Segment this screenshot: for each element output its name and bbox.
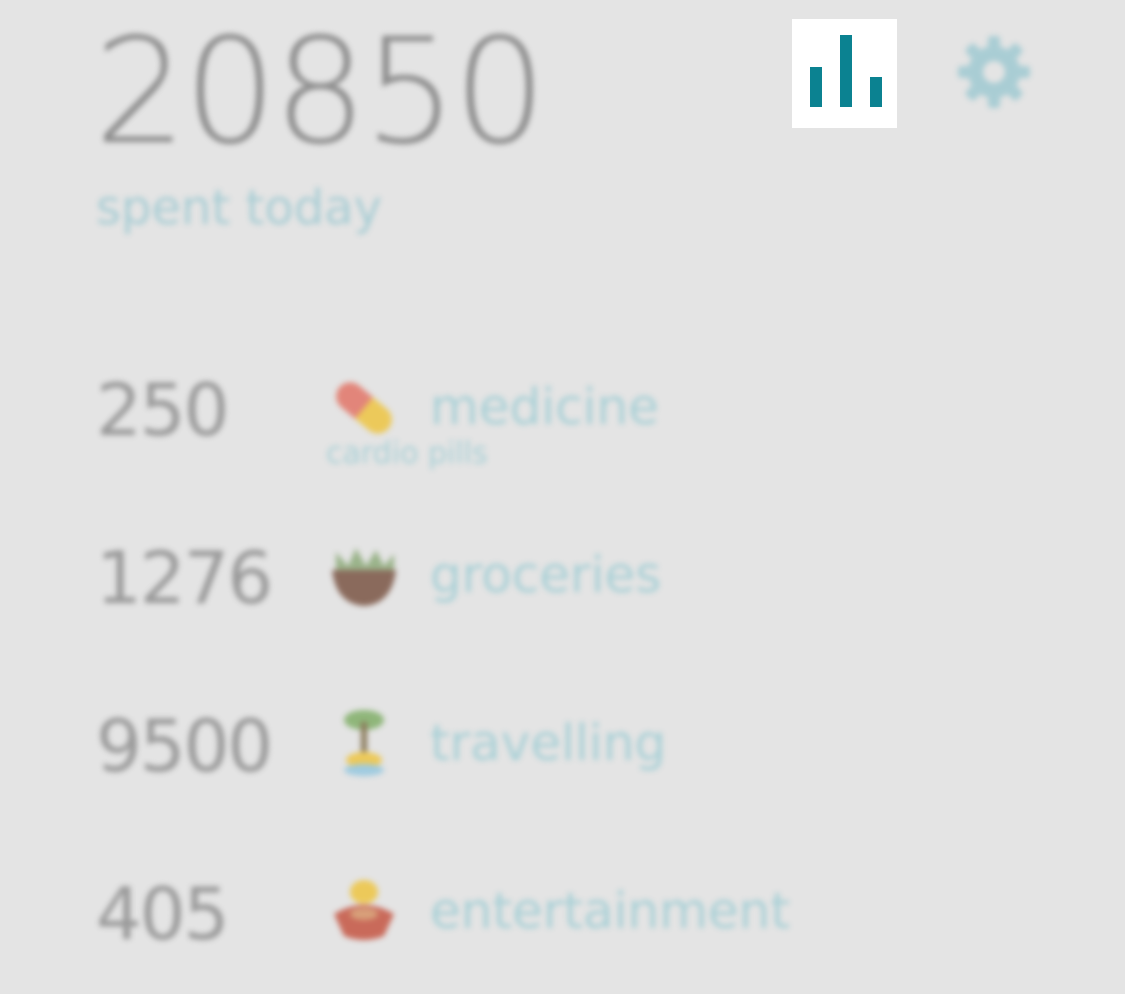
blurred-background: 20850 spent today 250 medicine cardio pi… [0,0,1125,990]
expense-amount: 9500 [96,704,273,788]
expense-row-medicine[interactable]: 250 medicine cardio pills [0,370,1125,490]
expense-category: medicine [430,378,659,436]
popcorn-icon [334,880,394,940]
expense-amount: 1276 [96,536,273,620]
bar-chart-icon-bar [870,77,882,107]
expense-category: travelling [430,714,667,772]
palm-island-icon [344,710,384,776]
expense-amount: 250 [96,368,229,452]
gear-icon[interactable] [955,33,1033,111]
pill-icon [336,382,392,434]
grocery-bag-icon [332,548,396,606]
expense-note: cardio pills [326,436,488,471]
bar-chart-icon-bar [810,67,822,107]
expense-amount: 405 [96,872,229,956]
bar-chart-icon-bar [840,35,852,107]
statistics-button[interactable] [792,19,897,128]
expense-row-travelling[interactable]: 9500 travelling [0,706,1125,826]
expense-category: groceries [430,546,662,604]
expense-row-groceries[interactable]: 1276 groceries [0,538,1125,658]
spent-today-label: spent today [96,180,382,236]
expense-category: entertainment [430,882,790,940]
expense-row-entertainment[interactable]: 405 entertainment [0,874,1125,994]
total-spent: 20850 [94,7,546,177]
